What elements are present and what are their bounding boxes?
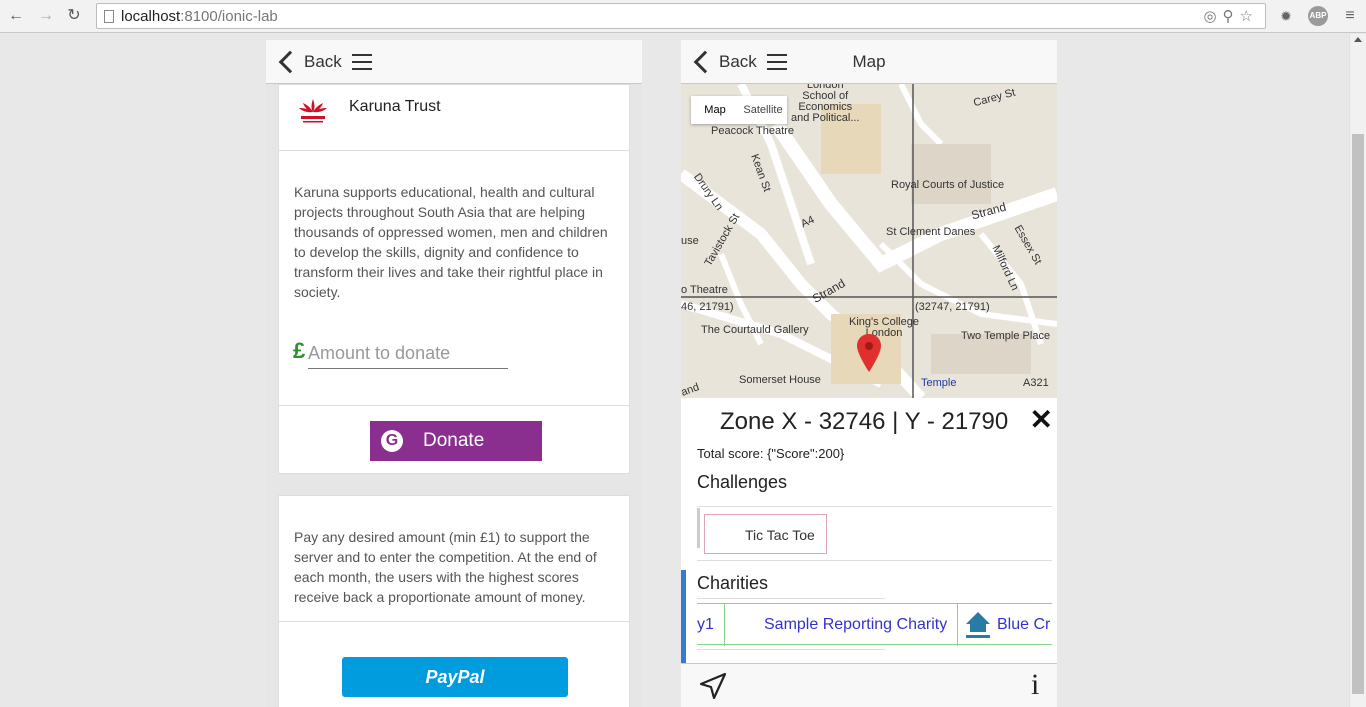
paypal-button[interactable]: PayPal bbox=[342, 657, 568, 697]
challenge-label: Tic Tac Toe bbox=[745, 527, 815, 543]
map-coordinate-label: (32747, 21791) bbox=[915, 301, 990, 313]
map-label: use bbox=[681, 235, 699, 247]
donate-button[interactable]: G Donate bbox=[370, 421, 542, 461]
charity-link[interactable]: Sample Reporting Charity bbox=[764, 616, 947, 634]
karuna-logo-icon bbox=[299, 99, 327, 123]
map-label: Temple bbox=[921, 377, 957, 389]
charities-scroll-list[interactable]: y1 Sample Reporting Charity Blue Cr bbox=[697, 603, 1052, 646]
map-label: Two Temple Place bbox=[961, 330, 1051, 342]
charity-name: Karuna Trust bbox=[349, 98, 441, 115]
charity-description: Karuna supports educational, health and … bbox=[294, 184, 608, 300]
divider bbox=[279, 621, 629, 622]
page-scrollbar[interactable] bbox=[1349, 34, 1366, 707]
divider bbox=[279, 405, 629, 406]
charity-card: Karuna Trust Karuna supports educational… bbox=[278, 84, 630, 474]
map-label: Peacock Theatre bbox=[711, 125, 794, 137]
challenge-item[interactable]: Tic Tac Toe bbox=[697, 508, 827, 554]
divider bbox=[697, 506, 1052, 507]
info-icon[interactable]: i bbox=[1031, 668, 1039, 702]
map-label: o Theatre bbox=[681, 284, 728, 296]
divider bbox=[957, 604, 958, 646]
key-icon[interactable]: ⚲ bbox=[1223, 8, 1240, 25]
divider bbox=[697, 649, 885, 650]
charity-header: Karuna Trust bbox=[279, 85, 629, 151]
page-background bbox=[0, 34, 1349, 707]
url-text: localhost:8100/ionic-lab bbox=[121, 8, 278, 25]
divider bbox=[697, 560, 1052, 561]
forward-arrow-icon[interactable]: → bbox=[36, 6, 56, 26]
charity-link[interactable]: Blue Cr bbox=[997, 616, 1050, 634]
map-label: Somerset House bbox=[739, 374, 821, 386]
payment-description: Pay any desired amount (min £1) to suppo… bbox=[294, 529, 597, 605]
pound-icon: £ bbox=[293, 338, 306, 363]
total-score: Total score: {"Score":200} bbox=[697, 446, 845, 461]
map-type-control: Map Satellite bbox=[691, 96, 787, 124]
reload-icon[interactable]: ↻ bbox=[64, 6, 84, 26]
address-bar[interactable]: localhost:8100/ionic-lab ◎⚲☆ bbox=[96, 3, 1266, 29]
donate-label: Donate bbox=[423, 430, 485, 451]
map-coordinate-label: 46, 21791) bbox=[681, 301, 734, 313]
close-icon[interactable]: ✕ bbox=[1030, 403, 1053, 436]
chrome-menu-icon[interactable]: ≡ bbox=[1340, 6, 1360, 26]
zone-title: Zone X - 32746 | Y - 21790 bbox=[720, 408, 1009, 435]
payment-card: Pay any desired amount (min £1) to suppo… bbox=[278, 495, 630, 707]
map-view[interactable]: Map Satellite London School of Economics… bbox=[681, 84, 1057, 398]
star-icon[interactable]: ☆ bbox=[1240, 8, 1259, 25]
map-tab-map[interactable]: Map bbox=[691, 96, 739, 124]
adblock-icon[interactable]: ABP bbox=[1308, 6, 1328, 26]
map-label: Royal Courts of Justice bbox=[891, 179, 1005, 191]
map-pin-icon[interactable] bbox=[857, 334, 881, 372]
challenges-heading: Challenges bbox=[697, 472, 788, 492]
charities-heading: Charities bbox=[697, 573, 769, 593]
amount-input[interactable] bbox=[308, 339, 508, 369]
map-tab-satellite[interactable]: Satellite bbox=[739, 96, 787, 124]
page-icon bbox=[104, 10, 114, 23]
back-label: Back bbox=[304, 52, 342, 71]
map-label: London School of Economics and Political… bbox=[791, 84, 860, 124]
divider bbox=[697, 598, 885, 599]
divider bbox=[724, 604, 725, 646]
map-label: The Courtauld Gallery bbox=[701, 324, 809, 336]
address-bar-icons: ◎⚲☆ bbox=[1203, 7, 1259, 25]
charity-link[interactable]: y1 bbox=[697, 616, 714, 634]
map-label: St Clement Danes bbox=[886, 226, 976, 238]
map-label: A321 bbox=[1023, 377, 1049, 389]
extension-bug-icon[interactable]: ✹ bbox=[1276, 6, 1296, 26]
chevron-left-icon bbox=[278, 50, 302, 74]
right-phone-preview: Back Map Map Satellite London School of … bbox=[681, 40, 1057, 707]
hamburger-menu-icon[interactable] bbox=[352, 54, 372, 70]
right-toolbar: Back Map bbox=[681, 40, 1057, 84]
g-logo-icon: G bbox=[381, 430, 403, 452]
scroll-thumb[interactable] bbox=[1352, 134, 1364, 694]
left-phone-preview: Back Karuna Trust Karuna supports educat… bbox=[266, 40, 642, 707]
bottom-toolbar: i bbox=[681, 663, 1057, 707]
back-button[interactable]: Back bbox=[276, 48, 342, 76]
navigation-arrow-icon[interactable] bbox=[699, 672, 727, 700]
page-title: Map bbox=[852, 52, 886, 71]
browser-toolbar: ← → ↻ localhost:8100/ionic-lab ◎⚲☆ ✹ ABP… bbox=[0, 0, 1366, 33]
challenge-card[interactable]: Tic Tac Toe bbox=[704, 514, 827, 554]
left-toolbar: Back bbox=[266, 40, 642, 84]
location-icon[interactable]: ◎ bbox=[1203, 8, 1222, 25]
back-arrow-icon[interactable]: ← bbox=[6, 6, 26, 26]
scroll-up-arrow-icon[interactable] bbox=[1354, 37, 1362, 42]
zone-panel: Zone X - 32746 | Y - 21790 ✕ Total score… bbox=[686, 398, 1057, 663]
larche-logo-icon bbox=[966, 612, 990, 638]
